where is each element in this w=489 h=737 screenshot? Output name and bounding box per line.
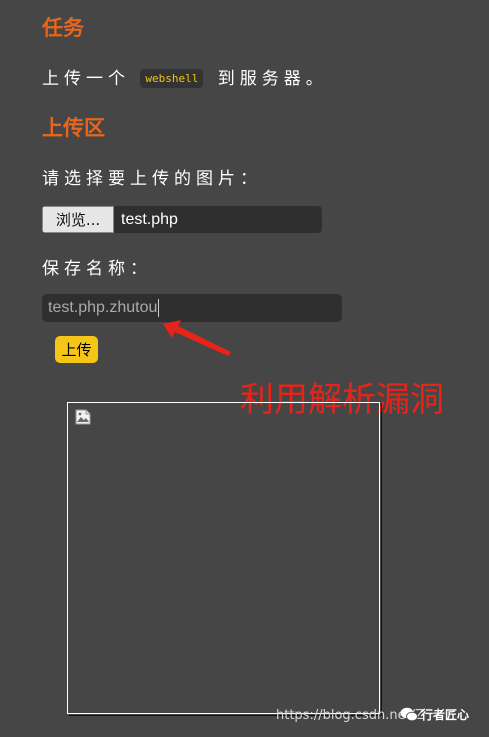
image-preview <box>67 402 382 716</box>
watermark-brand: 行者匠心 <box>400 706 469 723</box>
wechat-icon <box>400 707 418 722</box>
watermark-brand-text: 行者匠心 <box>421 708 470 722</box>
broken-image-icon <box>75 409 91 425</box>
